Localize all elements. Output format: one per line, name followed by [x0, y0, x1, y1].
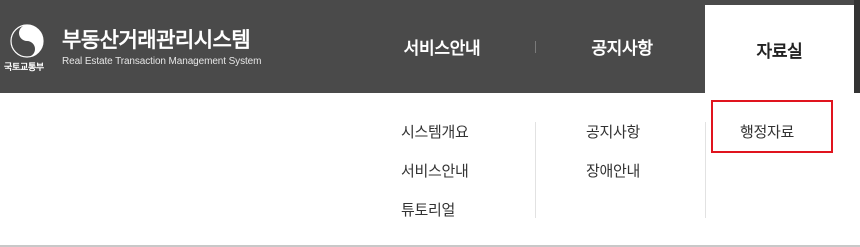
nav-tab-service-info[interactable]: 서비스안내	[372, 0, 512, 93]
nav-divider	[535, 41, 536, 53]
site-title: 부동산거래관리시스템	[62, 28, 251, 52]
nav-tab-resources-active[interactable]: 자료실	[705, 5, 854, 93]
submenu-service-guide[interactable]: 서비스안내	[401, 160, 469, 181]
submenu-outage-notice[interactable]: 장애안내	[586, 160, 640, 181]
submenu-notices[interactable]: 공지사항	[586, 121, 640, 142]
submenu-tutorial[interactable]: 튜토리얼	[401, 199, 455, 220]
nav-tab-notices[interactable]: 공지사항	[552, 0, 692, 93]
submenu-divider	[535, 122, 536, 218]
ministry-name: 국토교통부	[4, 63, 44, 73]
nav-edge	[854, 0, 860, 93]
top-navigation-bar: 국토교통부 부동산거래관리시스템 Real Estate Transaction…	[0, 0, 860, 93]
site-logo-link[interactable]: 국토교통부 부동산거래관리시스템 Real Estate Transaction…	[0, 0, 290, 93]
ministry-logo: 국토교통부	[4, 24, 52, 74]
taegeuk-emblem-icon	[10, 24, 44, 58]
highlight-box	[711, 100, 833, 153]
site-subtitle: Real Estate Transaction Management Syste…	[62, 56, 262, 67]
submenu-divider	[705, 122, 706, 218]
submenu-system-overview[interactable]: 시스템개요	[401, 121, 469, 142]
